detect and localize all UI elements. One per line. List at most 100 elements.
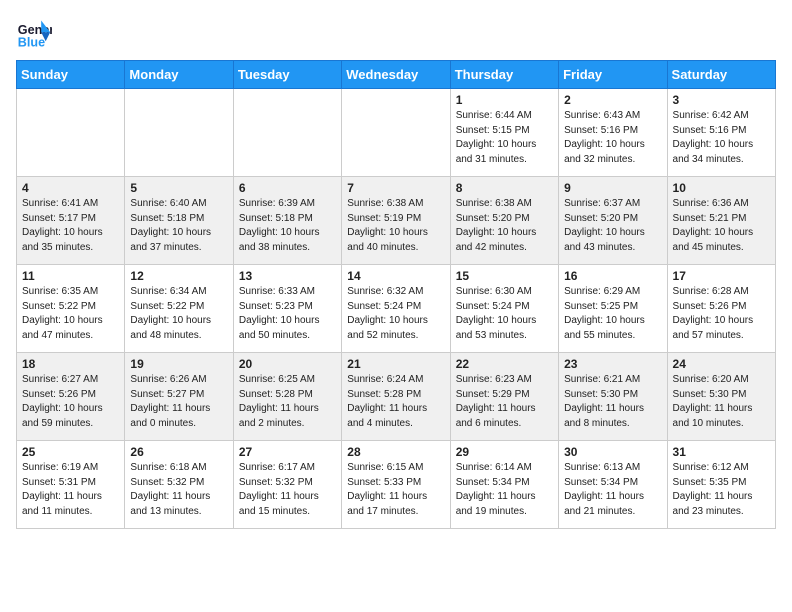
- day-number: 10: [673, 181, 770, 195]
- day-number: 2: [564, 93, 661, 107]
- day-number: 26: [130, 445, 227, 459]
- day-number: 24: [673, 357, 770, 371]
- calendar-cell: 30 Sunrise: 6:13 AMSunset: 5:34 PMDayligh…: [559, 441, 667, 529]
- day-number: 13: [239, 269, 336, 283]
- calendar-week-row: 4Sunrise: 6:41 AMSunset: 5:17 PMDaylight…: [17, 177, 776, 265]
- day-number: 29: [456, 445, 553, 459]
- calendar-cell: 13 Sunrise: 6:33 AMSunset: 5:23 PMDayligh…: [233, 265, 341, 353]
- logo-icon: General Blue: [16, 16, 52, 52]
- logo: General Blue: [16, 16, 56, 52]
- day-info: Sunrise: 6:27 AMSunset: 5:26 PMDaylight:…: [22, 373, 119, 431]
- weekday-header: Thursday: [450, 61, 558, 89]
- calendar-cell: 7Sunrise: 6:38 AMSunset: 5:19 PMDaylight…: [342, 177, 450, 265]
- day-number: 11: [22, 269, 119, 283]
- calendar-week-row: 1 Sunrise: 6:44 AMSunset: 5:15 PMDaylight…: [17, 89, 776, 177]
- day-number: 27: [239, 445, 336, 459]
- day-number: 9: [564, 181, 661, 195]
- day-number: 31: [673, 445, 770, 459]
- weekday-header: Tuesday: [233, 61, 341, 89]
- day-info: Sunrise: 6:36 AMSunset: 5:21 PMDaylight:…: [673, 197, 770, 255]
- day-info: Sunrise: 6:32 AMSunset: 5:24 PMDaylight:…: [347, 285, 444, 343]
- calendar-cell: 20Sunrise: 6:25 AMSunset: 5:28 PMDayligh…: [233, 353, 341, 441]
- day-number: 6: [239, 181, 336, 195]
- day-info: Sunrise: 6:29 AMSunset: 5:25 PMDaylight:…: [564, 285, 661, 343]
- calendar-cell: 11 Sunrise: 6:35 AMSunset: 5:22 PMDayligh…: [17, 265, 125, 353]
- calendar-cell: 29 Sunrise: 6:14 AMSunset: 5:34 PMDayligh…: [450, 441, 558, 529]
- calendar-cell: 5 Sunrise: 6:40 AMSunset: 5:18 PMDaylight…: [125, 177, 233, 265]
- calendar-cell: 3 Sunrise: 6:42 AMSunset: 5:16 PMDaylight…: [667, 89, 775, 177]
- calendar-cell: 1 Sunrise: 6:44 AMSunset: 5:15 PMDaylight…: [450, 89, 558, 177]
- calendar-header: SundayMondayTuesdayWednesdayThursdayFrid…: [17, 61, 776, 89]
- calendar-week-row: 18 Sunrise: 6:27 AMSunset: 5:26 PMDayligh…: [17, 353, 776, 441]
- calendar-cell: 17Sunrise: 6:28 AMSunset: 5:26 PMDayligh…: [667, 265, 775, 353]
- day-info: Sunrise: 6:44 AMSunset: 5:15 PMDaylight:…: [456, 109, 553, 167]
- day-number: 28: [347, 445, 444, 459]
- calendar-cell: 26Sunrise: 6:18 AMSunset: 5:32 PMDayligh…: [125, 441, 233, 529]
- svg-text:Blue: Blue: [18, 36, 45, 50]
- day-info: Sunrise: 6:20 AMSunset: 5:30 PMDaylight:…: [673, 373, 770, 431]
- calendar-cell: 23 Sunrise: 6:21 AMSunset: 5:30 PMDayligh…: [559, 353, 667, 441]
- weekday-header: Sunday: [17, 61, 125, 89]
- day-number: 14: [347, 269, 444, 283]
- calendar-cell: 24 Sunrise: 6:20 AMSunset: 5:30 PMDayligh…: [667, 353, 775, 441]
- day-number: 23: [564, 357, 661, 371]
- day-number: 20: [239, 357, 336, 371]
- day-info: Sunrise: 6:21 AMSunset: 5:30 PMDaylight:…: [564, 373, 661, 431]
- day-number: 19: [130, 357, 227, 371]
- calendar-cell: 19 Sunrise: 6:26 AMSunset: 5:27 PMDayligh…: [125, 353, 233, 441]
- day-number: 30: [564, 445, 661, 459]
- day-info: Sunrise: 6:17 AMSunset: 5:32 PMDaylight:…: [239, 461, 336, 519]
- calendar-cell: 25 Sunrise: 6:19 AMSunset: 5:31 PMDayligh…: [17, 441, 125, 529]
- calendar-week-row: 11 Sunrise: 6:35 AMSunset: 5:22 PMDayligh…: [17, 265, 776, 353]
- day-info: Sunrise: 6:40 AMSunset: 5:18 PMDaylight:…: [130, 197, 227, 255]
- calendar-cell: 31 Sunrise: 6:12 AMSunset: 5:35 PMDayligh…: [667, 441, 775, 529]
- day-info: Sunrise: 6:23 AMSunset: 5:29 PMDaylight:…: [456, 373, 553, 431]
- day-info: Sunrise: 6:26 AMSunset: 5:27 PMDaylight:…: [130, 373, 227, 431]
- day-info: Sunrise: 6:39 AMSunset: 5:18 PMDaylight:…: [239, 197, 336, 255]
- weekday-header: Saturday: [667, 61, 775, 89]
- day-number: 3: [673, 93, 770, 107]
- day-number: 7: [347, 181, 444, 195]
- day-info: Sunrise: 6:12 AMSunset: 5:35 PMDaylight:…: [673, 461, 770, 519]
- calendar-cell: 4Sunrise: 6:41 AMSunset: 5:17 PMDaylight…: [17, 177, 125, 265]
- day-number: 8: [456, 181, 553, 195]
- day-number: 1: [456, 93, 553, 107]
- day-number: 25: [22, 445, 119, 459]
- day-info: Sunrise: 6:42 AMSunset: 5:16 PMDaylight:…: [673, 109, 770, 167]
- calendar-cell: 16 Sunrise: 6:29 AMSunset: 5:25 PMDayligh…: [559, 265, 667, 353]
- calendar-cell: 18 Sunrise: 6:27 AMSunset: 5:26 PMDayligh…: [17, 353, 125, 441]
- day-number: 16: [564, 269, 661, 283]
- day-info: Sunrise: 6:35 AMSunset: 5:22 PMDaylight:…: [22, 285, 119, 343]
- page-header: General Blue: [16, 16, 776, 52]
- day-number: 5: [130, 181, 227, 195]
- calendar-cell: 2Sunrise: 6:43 AMSunset: 5:16 PMDaylight…: [559, 89, 667, 177]
- day-number: 22: [456, 357, 553, 371]
- day-number: 15: [456, 269, 553, 283]
- weekday-header: Friday: [559, 61, 667, 89]
- day-number: 18: [22, 357, 119, 371]
- day-info: Sunrise: 6:13 AMSunset: 5:34 PMDaylight:…: [564, 461, 661, 519]
- day-number: 4: [22, 181, 119, 195]
- calendar-cell: [125, 89, 233, 177]
- calendar-cell: 6 Sunrise: 6:39 AMSunset: 5:18 PMDaylight…: [233, 177, 341, 265]
- day-number: 21: [347, 357, 444, 371]
- calendar-cell: 21Sunrise: 6:24 AMSunset: 5:28 PMDayligh…: [342, 353, 450, 441]
- day-info: Sunrise: 6:38 AMSunset: 5:20 PMDaylight:…: [456, 197, 553, 255]
- calendar-cell: 22 Sunrise: 6:23 AMSunset: 5:29 PMDayligh…: [450, 353, 558, 441]
- calendar-cell: 27 Sunrise: 6:17 AMSunset: 5:32 PMDayligh…: [233, 441, 341, 529]
- day-info: Sunrise: 6:34 AMSunset: 5:22 PMDaylight:…: [130, 285, 227, 343]
- day-info: Sunrise: 6:19 AMSunset: 5:31 PMDaylight:…: [22, 461, 119, 519]
- day-info: Sunrise: 6:37 AMSunset: 5:20 PMDaylight:…: [564, 197, 661, 255]
- day-number: 17: [673, 269, 770, 283]
- weekday-header: Wednesday: [342, 61, 450, 89]
- day-info: Sunrise: 6:30 AMSunset: 5:24 PMDaylight:…: [456, 285, 553, 343]
- calendar-cell: 28Sunrise: 6:15 AMSunset: 5:33 PMDayligh…: [342, 441, 450, 529]
- calendar-cell: 15 Sunrise: 6:30 AMSunset: 5:24 PMDayligh…: [450, 265, 558, 353]
- calendar-table: SundayMondayTuesdayWednesdayThursdayFrid…: [16, 60, 776, 529]
- day-info: Sunrise: 6:14 AMSunset: 5:34 PMDaylight:…: [456, 461, 553, 519]
- calendar-cell: 12Sunrise: 6:34 AMSunset: 5:22 PMDayligh…: [125, 265, 233, 353]
- weekday-header: Monday: [125, 61, 233, 89]
- day-info: Sunrise: 6:33 AMSunset: 5:23 PMDaylight:…: [239, 285, 336, 343]
- calendar-cell: 14 Sunrise: 6:32 AMSunset: 5:24 PMDayligh…: [342, 265, 450, 353]
- calendar-cell: [17, 89, 125, 177]
